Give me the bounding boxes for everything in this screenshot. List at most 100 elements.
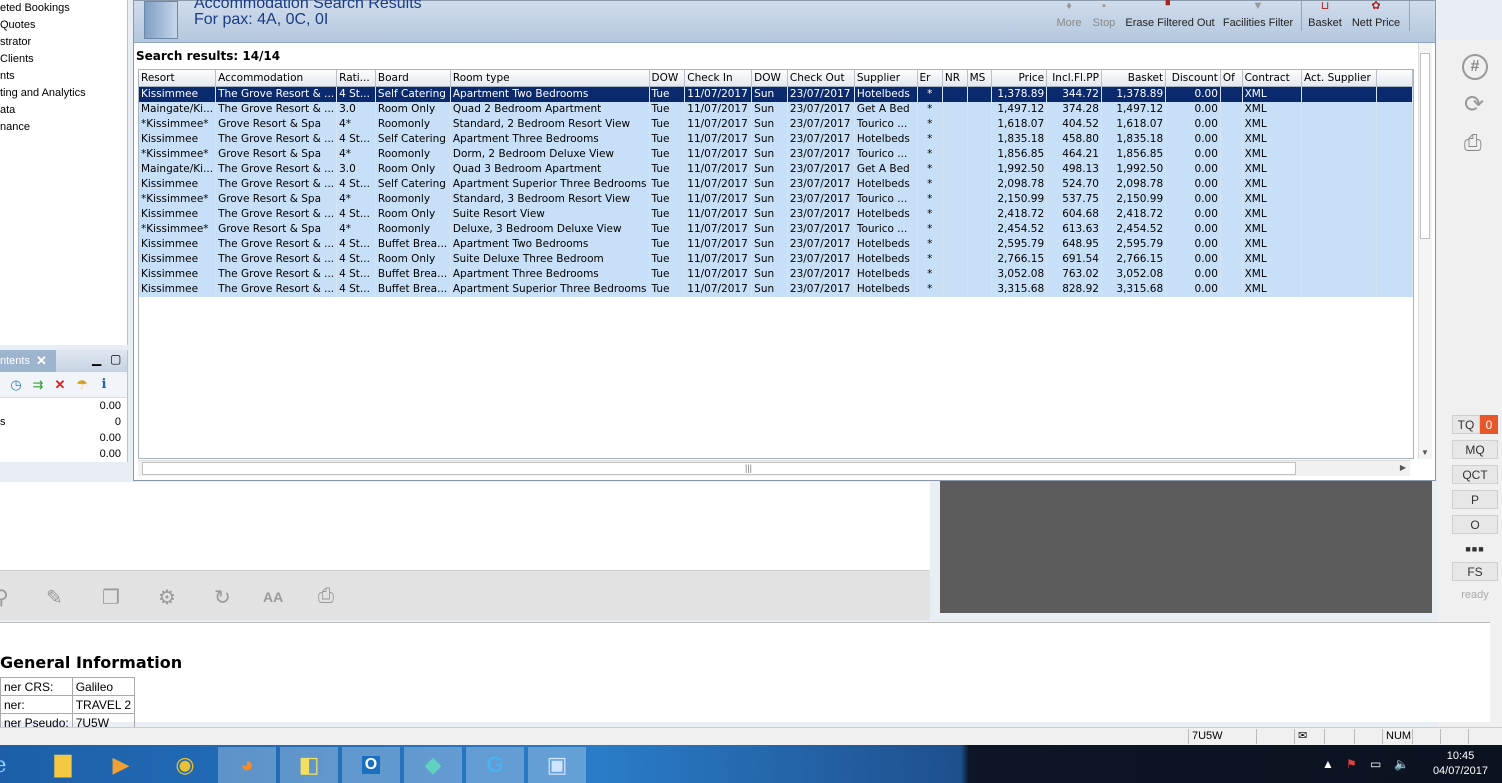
column-header[interactable]: Discount bbox=[1165, 70, 1221, 87]
table-row[interactable]: *Kissimmee* Grove Resort & Spa 4* Roomonly S… bbox=[139, 116, 1413, 132]
more-button[interactable]: ♦ More bbox=[1054, 1, 1084, 43]
refresh-icon[interactable]: ↻ bbox=[214, 585, 231, 610]
info-icon[interactable]: i bbox=[96, 377, 112, 393]
file-explorer-icon[interactable]: ▇ bbox=[34, 747, 92, 783]
fs-button[interactable]: FS bbox=[1452, 562, 1498, 581]
outlook-icon[interactable]: O bbox=[342, 747, 400, 783]
column-header[interactable]: Price bbox=[991, 70, 1048, 87]
edit-icon[interactable]: ✎ bbox=[46, 585, 63, 610]
p-button[interactable]: P bbox=[1452, 490, 1498, 509]
nav-item[interactable]: nance bbox=[0, 119, 127, 136]
vertical-scroll-thumb[interactable] bbox=[1420, 53, 1430, 239]
ie-icon[interactable]: e bbox=[0, 747, 20, 783]
table-cell: 0.00 bbox=[1165, 236, 1221, 252]
tq-button[interactable]: TQ bbox=[1452, 415, 1480, 434]
chrome-icon[interactable]: ◉ bbox=[156, 747, 214, 783]
o-button[interactable]: O bbox=[1452, 515, 1498, 534]
column-header[interactable]: Act. Supplier bbox=[1301, 70, 1377, 87]
nav-item[interactable]: Clients bbox=[0, 51, 127, 68]
copy-icon[interactable]: ❐ bbox=[102, 585, 120, 610]
column-header[interactable]: Board bbox=[375, 70, 451, 87]
table-row[interactable]: Kissimmee The Grove Resort & ... 4 St... Bu… bbox=[139, 266, 1413, 282]
more-dots-button[interactable]: ■■■ bbox=[1452, 540, 1498, 559]
column-header[interactable]: Contract bbox=[1242, 70, 1303, 87]
table-row[interactable]: Kissimmee The Grove Resort & ... 4 St... Se… bbox=[139, 176, 1413, 192]
table-cell: Sun bbox=[751, 251, 788, 267]
table-row[interactable]: Kissimmee The Grove Resort & ... 4 St... Bu… bbox=[139, 281, 1413, 297]
horizontal-scroll-thumb[interactable]: ||| bbox=[142, 462, 1296, 475]
column-header[interactable]: Er bbox=[917, 70, 943, 87]
nett-price-button[interactable]: ✿ Nett Price bbox=[1348, 1, 1404, 43]
scroll-down-icon[interactable]: ▼ bbox=[1421, 448, 1429, 457]
nav-item[interactable]: eted Bookings bbox=[0, 0, 127, 17]
print-icon[interactable]: ⎙ bbox=[1464, 130, 1482, 156]
qct-button[interactable]: QCT bbox=[1452, 465, 1498, 484]
clock-icon[interactable]: ◷ bbox=[8, 377, 24, 393]
app-icon[interactable]: ◆ bbox=[404, 747, 462, 783]
firefox-icon[interactable]: ◕ bbox=[218, 747, 276, 783]
font-size-icon[interactable]: AA bbox=[263, 589, 283, 605]
column-header[interactable]: DOW bbox=[751, 70, 788, 87]
gear-icon[interactable]: ⚙ bbox=[158, 585, 176, 610]
column-header[interactable]: Check In bbox=[684, 70, 753, 87]
tray-expand-icon[interactable]: ▲ bbox=[1322, 757, 1334, 771]
table-row[interactable]: Kissimmee The Grove Resort & ... 4 St... Se… bbox=[139, 131, 1413, 147]
table-row[interactable]: Kissimmee The Grove Resort & ... 4 St... Ro… bbox=[139, 206, 1413, 222]
nav-item[interactable]: Quotes bbox=[0, 17, 127, 34]
table-row[interactable]: Kissimmee The Grove Resort & ... 4 St... Bu… bbox=[139, 236, 1413, 252]
print-icon[interactable]: ⎙ bbox=[318, 585, 334, 608]
galileo-icon[interactable]: G bbox=[466, 747, 524, 783]
column-header[interactable]: DOW bbox=[649, 70, 686, 87]
scroll-right-icon[interactable]: ▶ bbox=[1400, 463, 1406, 472]
table-row[interactable]: *Kissimmee* Grove Resort & Spa 4* Roomonly D… bbox=[139, 221, 1413, 237]
facilities-filter-button[interactable]: ▼ Facilities Filter bbox=[1222, 1, 1294, 43]
table-row[interactable]: Maingate/Ki... The Grove Resort & ... 3.0 R… bbox=[139, 161, 1413, 177]
mq-button[interactable]: MQ bbox=[1452, 440, 1498, 459]
clock[interactable]: 10:45 04/07/2017 bbox=[1433, 749, 1488, 779]
minimize-icon[interactable]: ▁ bbox=[92, 352, 101, 366]
contents-tab[interactable]: ntents ✕ bbox=[0, 350, 56, 372]
maximize-icon[interactable]: ▢ bbox=[110, 352, 121, 366]
table-row[interactable]: *Kissimmee* Grove Resort & Spa 4* Roomonly D… bbox=[139, 146, 1413, 162]
table-row[interactable]: Kissimmee The Grove Resort & ... 4 St... Se… bbox=[139, 86, 1413, 102]
column-header[interactable]: Check Out bbox=[787, 70, 855, 87]
column-header[interactable]: Incl.Fl.PP bbox=[1046, 70, 1102, 87]
column-header[interactable]: Of bbox=[1220, 70, 1243, 87]
hash-icon[interactable]: # bbox=[1462, 54, 1488, 80]
flag-icon[interactable]: ⚑ bbox=[1346, 757, 1357, 771]
nav-item[interactable]: ata bbox=[0, 102, 127, 119]
table-cell: Roomonly bbox=[375, 116, 451, 132]
column-header[interactable]: Supplier bbox=[854, 70, 918, 87]
volume-icon[interactable]: 🔈 bbox=[1394, 757, 1409, 771]
media-player-icon[interactable]: ▶ bbox=[92, 747, 150, 783]
column-header[interactable]: Accommodation bbox=[215, 70, 338, 87]
column-header[interactable]: MS bbox=[967, 70, 993, 87]
table-row[interactable]: *Kissimmee* Grove Resort & Spa 4* Roomonly S… bbox=[139, 191, 1413, 207]
nav-item[interactable]: strator bbox=[0, 34, 127, 51]
island-icon[interactable]: ☂ bbox=[74, 377, 90, 393]
notes-icon[interactable]: ◧ bbox=[280, 747, 338, 783]
table-cell bbox=[967, 251, 993, 267]
delete-icon[interactable]: ✕ bbox=[52, 377, 68, 393]
remote-desktop-icon[interactable]: ▣ bbox=[528, 747, 586, 783]
table-row[interactable]: Kissimmee The Grove Resort & ... 4 St... Ro… bbox=[139, 251, 1413, 267]
nav-item[interactable]: ting and Analytics bbox=[0, 85, 127, 102]
import-icon[interactable]: ⇉ bbox=[30, 377, 46, 393]
column-header[interactable]: NR bbox=[942, 70, 968, 87]
column-header[interactable]: Basket bbox=[1101, 70, 1167, 87]
search-icon[interactable]: ⚲ bbox=[0, 585, 9, 610]
refresh-icon[interactable]: ⟳ bbox=[1464, 90, 1484, 119]
mail-icon[interactable]: ✉ bbox=[1294, 729, 1324, 744]
stop-button[interactable]: ▪ Stop bbox=[1090, 1, 1118, 43]
column-header[interactable]: Rati... bbox=[336, 70, 376, 87]
table-row[interactable]: Maingate/Ki... The Grove Resort & ... 3.0 R… bbox=[139, 101, 1413, 117]
network-icon[interactable]: ▭ bbox=[1370, 757, 1381, 771]
table-cell: Sun bbox=[751, 221, 788, 237]
erase-filtered-out-button[interactable]: ▘ Erase Filtered Out bbox=[1124, 1, 1216, 43]
column-header[interactable]: Room type bbox=[450, 70, 650, 87]
basket-button[interactable]: ⊔ Basket bbox=[1306, 1, 1344, 43]
nav-item[interactable]: nts bbox=[0, 68, 127, 85]
column-header[interactable]: Resort bbox=[139, 70, 217, 87]
close-icon[interactable]: ✕ bbox=[36, 350, 47, 372]
table-cell bbox=[1220, 101, 1243, 117]
